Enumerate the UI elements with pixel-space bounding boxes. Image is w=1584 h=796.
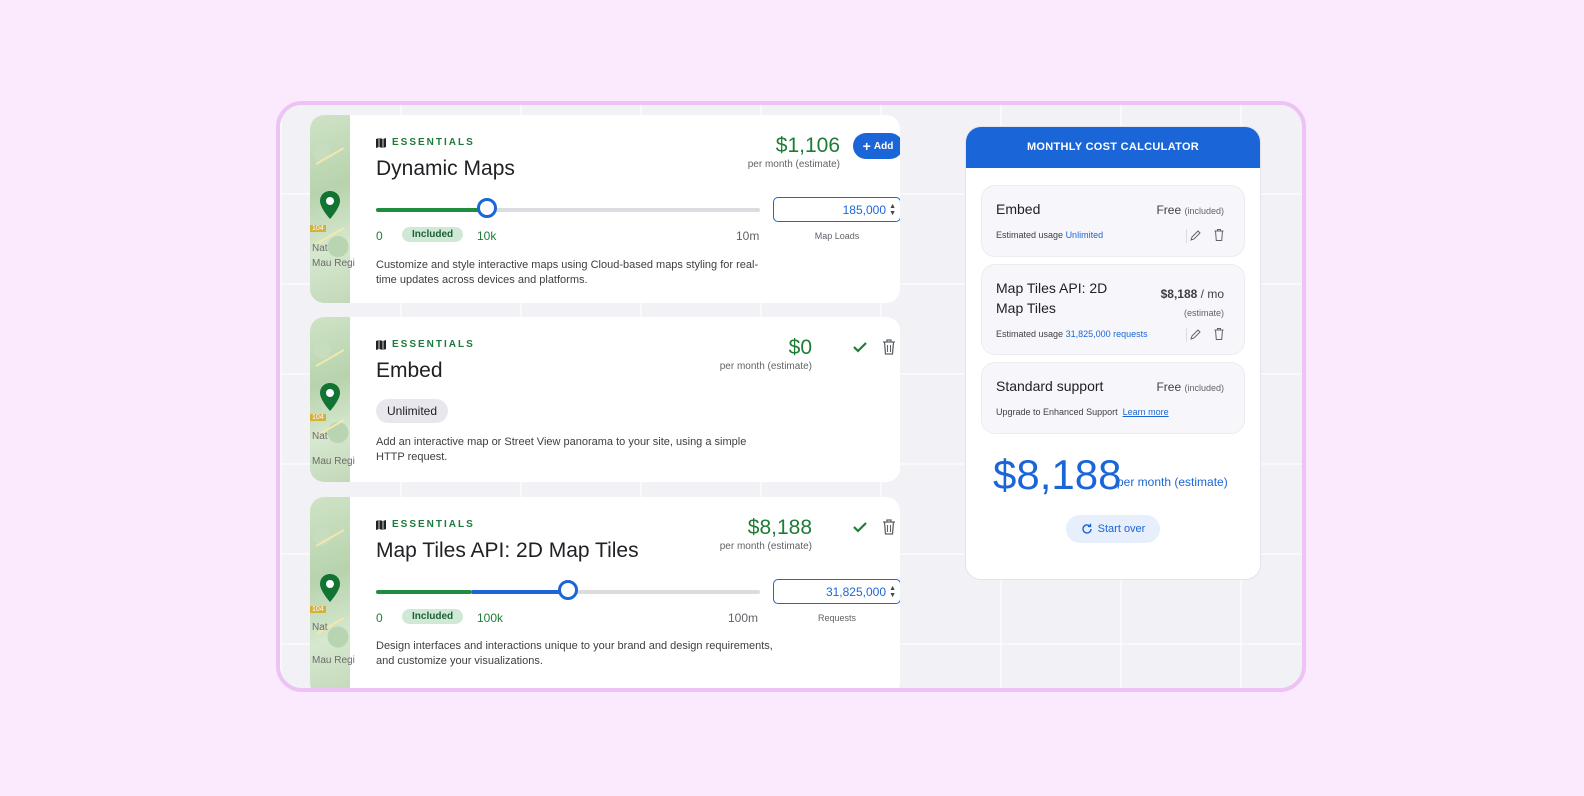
calc-item-amount: Free (included) bbox=[1156, 380, 1224, 394]
start-over-button[interactable]: Start over bbox=[1066, 515, 1160, 543]
delete-icon[interactable] bbox=[1214, 229, 1224, 241]
category-label: ESSENTIALS bbox=[376, 137, 475, 148]
slider-min-label: 0 bbox=[376, 611, 383, 625]
stepper-icon[interactable]: ▲ ▼ bbox=[889, 585, 896, 599]
add-button[interactable]: + Add bbox=[853, 133, 900, 159]
product-price: $0 bbox=[788, 336, 812, 359]
map-label: Mau Regi bbox=[312, 655, 355, 666]
learn-more-link[interactable]: Learn more bbox=[1123, 407, 1169, 417]
total-cost: $8,188 bbox=[993, 451, 1122, 498]
slider-included-tick: 10k bbox=[477, 229, 497, 243]
map-pin-icon bbox=[320, 191, 340, 219]
map-thumbnail: 104 Nat Mau Regi bbox=[310, 497, 355, 688]
map-shield-label: 104 bbox=[310, 225, 326, 232]
calc-item-name: Embed bbox=[996, 201, 1041, 217]
calc-item-name: Standard support bbox=[996, 378, 1104, 394]
map-label: Nat bbox=[312, 622, 328, 633]
category-label: ESSENTIALS bbox=[376, 339, 475, 350]
slider-handle[interactable] bbox=[558, 580, 578, 600]
edit-icon[interactable] bbox=[1190, 329, 1201, 340]
map-thumbnail: 104 Nat Mau Regi bbox=[310, 317, 355, 482]
map-shield-label: 104 bbox=[310, 414, 326, 421]
map-pin-icon bbox=[320, 574, 340, 602]
check-icon bbox=[853, 342, 867, 353]
delete-icon[interactable] bbox=[882, 339, 896, 355]
check-icon bbox=[853, 522, 867, 533]
product-card-dynamic-maps: 104 Nat Mau Regi ESSENTIALS Dynamic Maps… bbox=[310, 115, 900, 303]
slider-handle[interactable] bbox=[477, 198, 498, 218]
map-label: Mau Regi bbox=[312, 456, 355, 467]
usage-slider[interactable] bbox=[376, 198, 760, 218]
product-card-map-tiles: 104 Nat Mau Regi ESSENTIALS Map Tiles AP… bbox=[310, 497, 900, 688]
calc-item-support: Standard support Free (included) Upgrade… bbox=[981, 362, 1245, 434]
product-description: Design interfaces and interactions uniqu… bbox=[376, 640, 773, 667]
calc-item-upgrade: Upgrade to Enhanced Support Learn more bbox=[996, 407, 1169, 417]
plus-icon: + bbox=[862, 138, 871, 154]
total-period: per month (estimate) bbox=[1117, 475, 1228, 489]
map-thumbnail: 104 Nat Mau Regi bbox=[310, 115, 355, 303]
included-range bbox=[376, 590, 472, 594]
usage-input[interactable]: 185,000 ▲ ▼ bbox=[773, 197, 900, 222]
calc-item-name: Map Tiles API: 2D Map Tiles bbox=[996, 280, 1108, 316]
calc-item-amount: Free (included) bbox=[1156, 203, 1224, 217]
included-badge: Included bbox=[402, 609, 464, 624]
map-pin-icon bbox=[320, 383, 340, 411]
map-icon bbox=[376, 339, 386, 350]
map-label: Nat bbox=[312, 431, 328, 442]
product-price: $8,188 bbox=[747, 516, 812, 539]
calc-item-embed: Embed Free (included) Estimated usage Un… bbox=[981, 185, 1245, 257]
stepper-icon[interactable]: ▲ ▼ bbox=[889, 203, 896, 217]
delete-icon[interactable] bbox=[882, 519, 896, 535]
product-description: Add an interactive map or Street View pa… bbox=[376, 436, 747, 463]
refresh-icon bbox=[1081, 523, 1092, 534]
calc-item-usage: Estimated usage 31,825,000 requests bbox=[996, 329, 1148, 339]
product-title: Embed bbox=[376, 359, 443, 382]
calc-item-usage: Estimated usage Unlimited bbox=[996, 230, 1104, 240]
delete-icon[interactable] bbox=[1214, 328, 1224, 340]
map-icon bbox=[376, 519, 386, 530]
calculator-header: MONTHLY COST CALCULATOR bbox=[966, 127, 1260, 168]
billed-range bbox=[472, 590, 568, 594]
slider-max-label: 10m bbox=[736, 229, 760, 243]
product-title: Dynamic Maps bbox=[376, 157, 515, 180]
price-period: per month (estimate) bbox=[719, 541, 812, 552]
usage-unit: Requests bbox=[817, 613, 857, 623]
edit-icon[interactable] bbox=[1190, 230, 1201, 241]
included-badge: Included bbox=[402, 227, 464, 242]
calc-item-amount: $8,188 / mo (estimate) bbox=[1160, 287, 1224, 318]
usage-slider[interactable] bbox=[376, 580, 760, 600]
map-label: Nat bbox=[312, 243, 328, 254]
usage-unit: Map Loads bbox=[814, 231, 860, 241]
monthly-cost-calculator: MONTHLY COST CALCULATOR Embed Free (incl… bbox=[965, 126, 1261, 580]
product-card-embed: 104 Nat Mau Regi ESSENTIALS Embed $0 per… bbox=[310, 317, 900, 482]
slider-max-label: 100m bbox=[728, 611, 759, 625]
product-price: $1,106 bbox=[775, 134, 840, 157]
map-label: Mau Regi bbox=[312, 258, 355, 269]
unlimited-chip: Unlimited bbox=[376, 399, 449, 423]
product-title: Map Tiles API: 2D Map Tiles bbox=[376, 539, 639, 562]
slider-min-label: 0 bbox=[376, 229, 383, 243]
map-icon bbox=[376, 137, 386, 148]
category-label: ESSENTIALS bbox=[376, 519, 475, 530]
usage-input[interactable]: 31,825,000 ▲ ▼ bbox=[773, 579, 900, 604]
slider-included-tick: 100k bbox=[477, 611, 504, 625]
app-frame: 104 Nat Mau Regi ESSENTIALS Dynamic Maps… bbox=[276, 101, 1306, 692]
product-description: Customize and style interactive maps usi… bbox=[376, 259, 759, 286]
map-shield-label: 104 bbox=[310, 606, 326, 613]
price-period: per month (estimate) bbox=[747, 159, 840, 170]
calc-item-map-tiles: Map Tiles API: 2D Map Tiles $8,188 / mo(… bbox=[981, 264, 1245, 355]
price-period: per month (estimate) bbox=[719, 361, 812, 372]
